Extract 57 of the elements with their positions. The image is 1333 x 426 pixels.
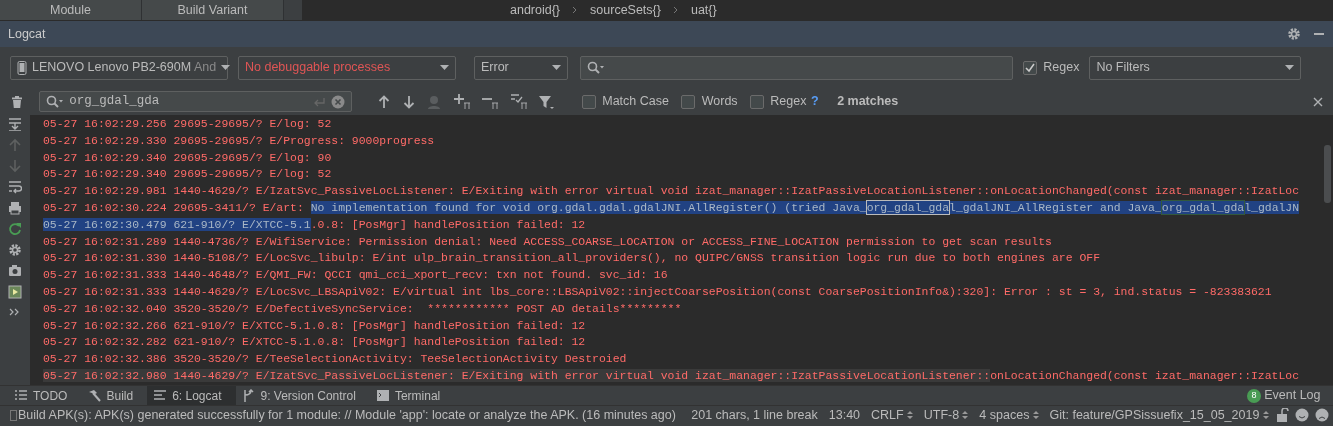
help-link[interactable]: ? — [811, 92, 819, 111]
tool-window-tab[interactable]: Terminal — [369, 386, 455, 405]
log-text: 05-27 16:02:30.224 29695-3411/? E/art: — [43, 201, 305, 214]
status-selector[interactable]: UTF-8 — [923, 405, 969, 425]
option-label: Words — [701, 93, 738, 111]
status-text: 201 chars, 1 line break — [691, 406, 818, 424]
device-name: LENOVO Lenovo PB2-690M — [32, 60, 192, 75]
filter-value: No Filters — [1096, 59, 1150, 77]
tool-window-tab[interactable]: Build — [81, 386, 148, 405]
breadcrumb-item[interactable]: sourceSets{} — [590, 0, 661, 20]
device-dropdown[interactable]: LENOVO Lenovo PB2-690M And — [10, 55, 228, 80]
level-value: Error — [481, 59, 509, 77]
status-selector[interactable]: CRLF — [871, 405, 913, 425]
search-match: org_gdal_gda — [1161, 201, 1245, 214]
selected-text: 05-27 16:02:30.479 621-910/? E/XTCC-5.1 — [43, 217, 311, 231]
tool-window-tab[interactable]: 6: Logcat — [147, 386, 236, 405]
process-value: No debuggable processes — [245, 59, 391, 77]
status-selector[interactable]: 4 spaces — [979, 405, 1039, 425]
log-line: 05-27 16:02:29.340 29695-29695/? E/log: 52 — [43, 166, 333, 183]
log-line: 05-27 16:02:32.282 621-910/? E/XTCC-5.1.0.8: [PosMgr] handlePosition failed: 12 — [43, 334, 587, 351]
log-text: .0.8: [PosMgr] handlePosition failed: 12 — [310, 217, 586, 231]
process-dropdown[interactable]: No debuggable processes — [238, 55, 456, 80]
log-line: 05-27 16:02:31.289 1440-4736/? E/WifiService: Permission denial: Need ACCESS_COARSE_LOCATION or ACCESS_FINE_LOCATION permission to get scan results — [43, 233, 1053, 250]
log-line: 05-27 16:02:31.333 1440-4629/? E/LocSvc_LBSApiV02: E/virtual int lbs_core::LBSApiV02::injectCoarsePosition(const CoarsePositionInfo&):320]: Error : st = 3, ind.status = -823383621 — [43, 283, 1273, 300]
log-line: 05-27 16:02:32.040 3520-3520/? E/DefectiveSyncService: ************ POST AD details********* — [43, 300, 683, 317]
tool-window-tab[interactable]: 9: Version Control — [235, 386, 370, 405]
find-field[interactable]: org_gdal_gda — [39, 91, 352, 112]
status-selector[interactable]: Git: feature/GPSissuefix_15_05_2019 — [1049, 405, 1269, 425]
panel-tab[interactable]: Build Variant — [142, 0, 284, 20]
search-match: org_gdal_gda — [866, 201, 949, 214]
regex-label: Regex — [1043, 59, 1080, 77]
panel-tab[interactable]: Module — [0, 0, 142, 20]
log-line: 05-27 16:02:32.266 621-910/? E/XTCC-5.1.0.8: [PosMgr] handlePosition failed: 12 — [43, 317, 587, 334]
log-level-dropdown[interactable]: Error — [474, 55, 568, 80]
option-label: Match Case — [602, 93, 669, 111]
event-count-badge: 8 — [1247, 388, 1262, 403]
log-line: 05-27 16:02:31.333 1440-4648/? E/QMI_FW: QCCI qmi_cci_xport_recv: txn not found. svc_id: 16 — [43, 267, 669, 284]
selected-text: l_gdalJN — [1244, 201, 1300, 214]
status-message: Build APK(s): APK(s) generated successfully for 1 module: // Module 'app': locate or analyze the APK. (16 minutes ago) — [18, 406, 677, 424]
event-log-link[interactable]: Event Log — [1264, 386, 1321, 405]
filter-dropdown[interactable]: No Filters — [1089, 55, 1302, 80]
breadcrumb-item[interactable]: android{} — [510, 0, 561, 20]
option-label: Regex — [770, 93, 807, 111]
log-text: onLocationChanged(const izat_manager::IzatLoc — [990, 368, 1300, 382]
status-text: 13:40 — [828, 406, 861, 424]
log-line: 05-27 16:02:32.386 3520-3520/? E/TeeSelectionActivity: TeeSelectionActivity Destroied — [43, 351, 628, 368]
breadcrumb-item[interactable]: uat{} — [690, 0, 717, 20]
log-line: 05-27 16:02:29.340 29695-29695/? E/log: 90 — [43, 149, 333, 166]
panel-title: Logcat — [8, 26, 46, 43]
log-line: 05-27 16:02:31.330 1440-5108/? E/LocSvc_libulp: E/int ulp_brain_transition_all_providers(), no QUIPC/GNSS transition logic run due to both engines are OFF — [43, 250, 1101, 267]
log-line: 05-27 16:02:29.256 29695-29695/? E/log: 52 — [43, 116, 333, 132]
device-suffix: And — [193, 60, 217, 75]
log-line: 05-27 16:02:29.330 29695-29695/? E/Progress: 9000progress — [43, 132, 436, 149]
match-count: 2 matches — [837, 93, 899, 111]
log-line: 05-27 16:02:29.981 1440-4629/? E/IzatSvc_PassiveLocListener: E/Exiting with error virtual void izat_manager::IzatPassiveLocationListener::onLocationChanged(const izat_manager::IzatLoc — [43, 183, 1301, 200]
log-text: 05-27 16:02:32.980 1440-4629/? E/IzatSvc_PassiveLocListener: E/Exiting with error virtual void izat_manager::IzatPassiveLocationListener:: — [43, 368, 991, 382]
tool-window-tab[interactable]: TODO — [8, 386, 82, 405]
